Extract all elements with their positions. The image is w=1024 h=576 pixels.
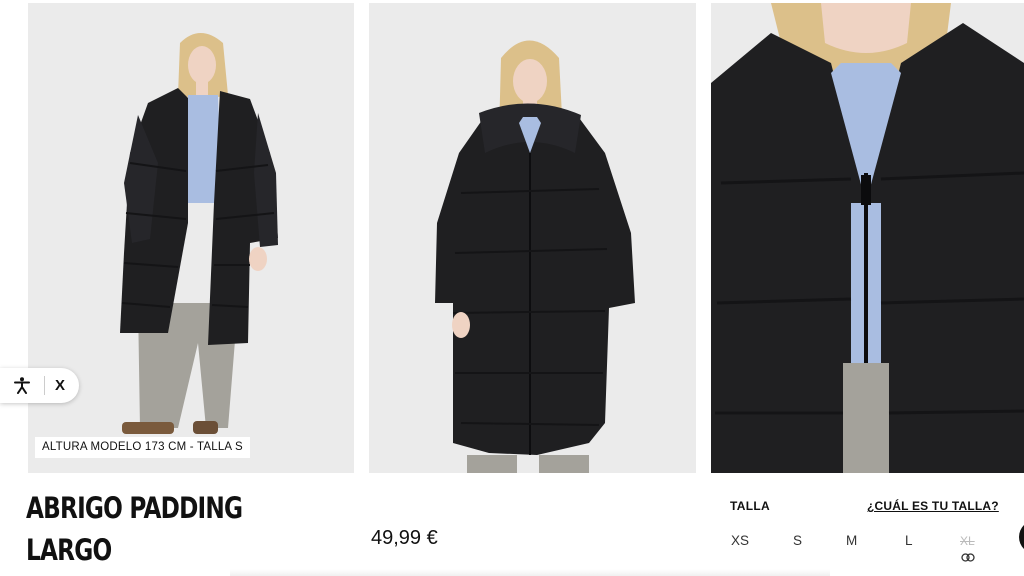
accessibility-person-icon xyxy=(14,377,30,394)
size-guide-link[interactable]: ¿CUÁL ES TU TALLA? xyxy=(867,499,999,513)
chat-button[interactable] xyxy=(1019,520,1024,554)
product-price: 49,99 € xyxy=(371,527,438,549)
size-option-xl-unavailable[interactable]: XL xyxy=(960,534,975,548)
model-info-tag: ALTURA MODELO 173 CM - TALLA S xyxy=(35,437,250,458)
photo-2-illustration xyxy=(369,3,696,473)
size-option-l[interactable]: L xyxy=(905,533,913,548)
size-label: TALLA xyxy=(730,499,770,513)
close-accessibility-button[interactable]: X xyxy=(45,368,79,403)
size-option-s[interactable]: S xyxy=(793,533,802,548)
product-photo-3[interactable] xyxy=(711,3,1024,473)
accessibility-widget: X xyxy=(0,368,79,403)
product-photo-2[interactable] xyxy=(369,3,696,473)
size-option-m[interactable]: M xyxy=(846,533,857,548)
bottom-bar-shadow xyxy=(230,569,830,576)
product-title: ABRIGO PADDING LARGO xyxy=(26,491,243,567)
photo-3-illustration xyxy=(711,3,1024,473)
size-option-xs[interactable]: XS xyxy=(731,533,749,548)
back-in-stock-icon[interactable] xyxy=(961,553,975,562)
accessibility-button[interactable] xyxy=(0,368,44,403)
